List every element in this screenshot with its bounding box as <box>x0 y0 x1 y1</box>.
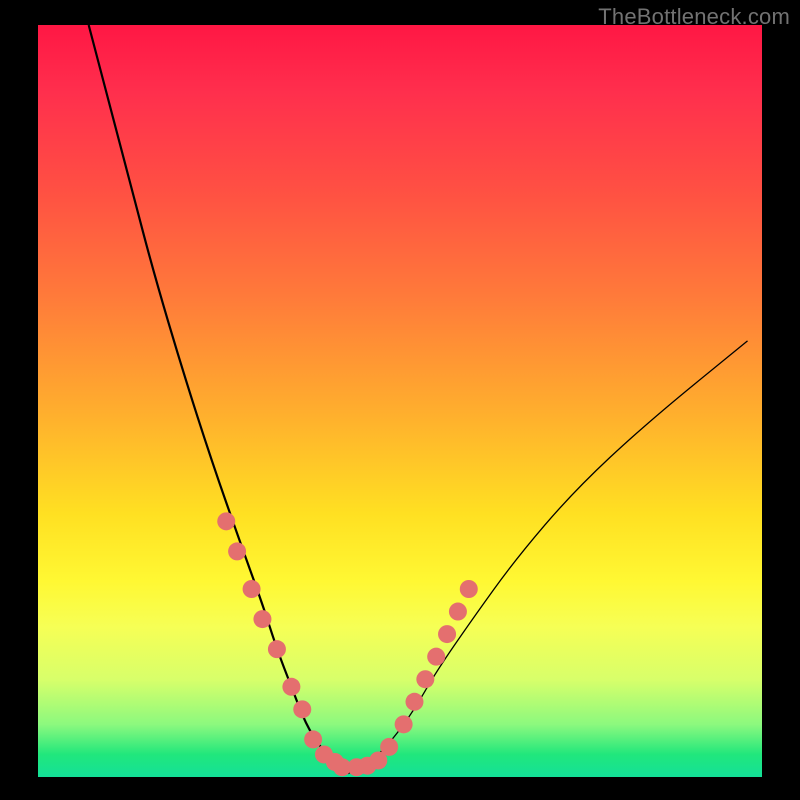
data-point <box>380 738 398 756</box>
data-points <box>217 512 478 776</box>
data-point <box>228 542 246 560</box>
data-point <box>438 625 456 643</box>
data-point <box>395 715 413 733</box>
data-point <box>282 678 300 696</box>
curve-left-arm <box>89 25 350 773</box>
data-point <box>217 512 235 530</box>
data-point <box>243 580 261 598</box>
data-point <box>416 670 434 688</box>
data-point <box>253 610 271 628</box>
outer-frame: TheBottleneck.com <box>0 0 800 800</box>
bottleneck-curve <box>38 25 762 777</box>
data-point <box>449 603 467 621</box>
data-point <box>405 693 423 711</box>
data-point <box>268 640 286 658</box>
data-point <box>427 648 445 666</box>
data-point <box>304 730 322 748</box>
data-point <box>293 700 311 718</box>
data-point <box>460 580 478 598</box>
plot-area <box>38 25 762 777</box>
